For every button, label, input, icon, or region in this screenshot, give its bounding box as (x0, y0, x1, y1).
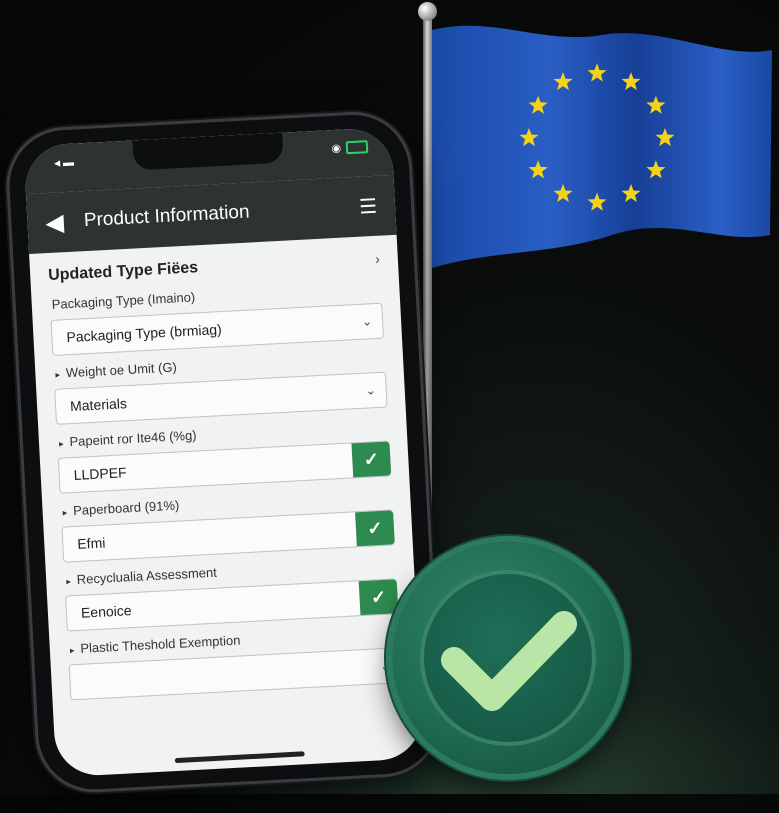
field-value: LLDPEF (73, 464, 128, 483)
section-title: Updated Type Fiëes (47, 259, 199, 285)
status-icons: ◉ (331, 140, 369, 156)
check-icon (441, 611, 577, 711)
bullet-icon: ▸ (66, 576, 72, 587)
checkmark-badge-icon (392, 542, 624, 774)
back-arrow-icon[interactable]: ◀ (45, 208, 65, 238)
chevron-down-icon: ⌄ (361, 314, 373, 329)
input-field[interactable]: Eenoice ✓ (65, 578, 399, 632)
field-label-text: Paperboard (91%) (72, 497, 180, 519)
home-indicator[interactable] (174, 751, 305, 764)
bullet-icon: ▸ (62, 507, 68, 518)
chevron-right-icon: › (374, 250, 381, 267)
field-label-text: Plastic Theshold Exemption (79, 632, 241, 656)
field-label-text: Packaging Type (Imaino) (51, 289, 196, 312)
check-icon[interactable]: ✓ (351, 441, 392, 478)
field-value: Packaging Type (brmiag) (66, 321, 223, 346)
chevron-down-icon: ⌄ (365, 383, 377, 398)
section-header[interactable]: Updated Type Fiëes › (48, 250, 380, 285)
page-title: Product Information (83, 201, 251, 232)
input-field[interactable]: Efmi ✓ (61, 509, 395, 563)
field-value: Eenoice (80, 602, 132, 621)
field-value (85, 667, 371, 682)
menu-icon[interactable]: ☰ (358, 193, 378, 219)
bullet-icon: ▸ (55, 369, 61, 380)
input-field[interactable]: LLDPEF ✓ (57, 440, 392, 494)
select-field[interactable]: Materials ⌄ (54, 371, 388, 425)
field-label-text: Weight oe Umit (G) (65, 359, 178, 381)
field-list: Packaging Type (Imaino) Packaging Type (b… (49, 280, 403, 701)
field-label-text: Recyclualia Assessment (76, 564, 218, 587)
phone-notch (132, 132, 284, 171)
battery-icon (345, 140, 369, 155)
bullet-icon: ▸ (69, 645, 75, 656)
eu-flag-icon (432, 25, 772, 268)
field-value: Materials (69, 395, 128, 415)
phone-screen: ◂ ▬ ◉ ◀ Product Information ☰ Updated Ty… (23, 126, 425, 778)
select-field[interactable]: Packaging Type (brmiag) ⌄ (50, 302, 385, 356)
form-content: Updated Type Fiëes › Packaging Type (Ima… (29, 235, 420, 702)
wifi-icon: ◉ (331, 142, 342, 156)
flag-pole-knob (418, 2, 437, 21)
select-field[interactable]: ⌄ (68, 647, 403, 701)
check-icon[interactable]: ✓ (355, 510, 395, 547)
field-label-text: Papeint ror Ite46 (%g) (69, 427, 197, 450)
signal-icon: ◂ ▬ (54, 156, 75, 170)
bullet-icon: ▸ (58, 438, 64, 449)
field-value: Efmi (76, 534, 106, 552)
